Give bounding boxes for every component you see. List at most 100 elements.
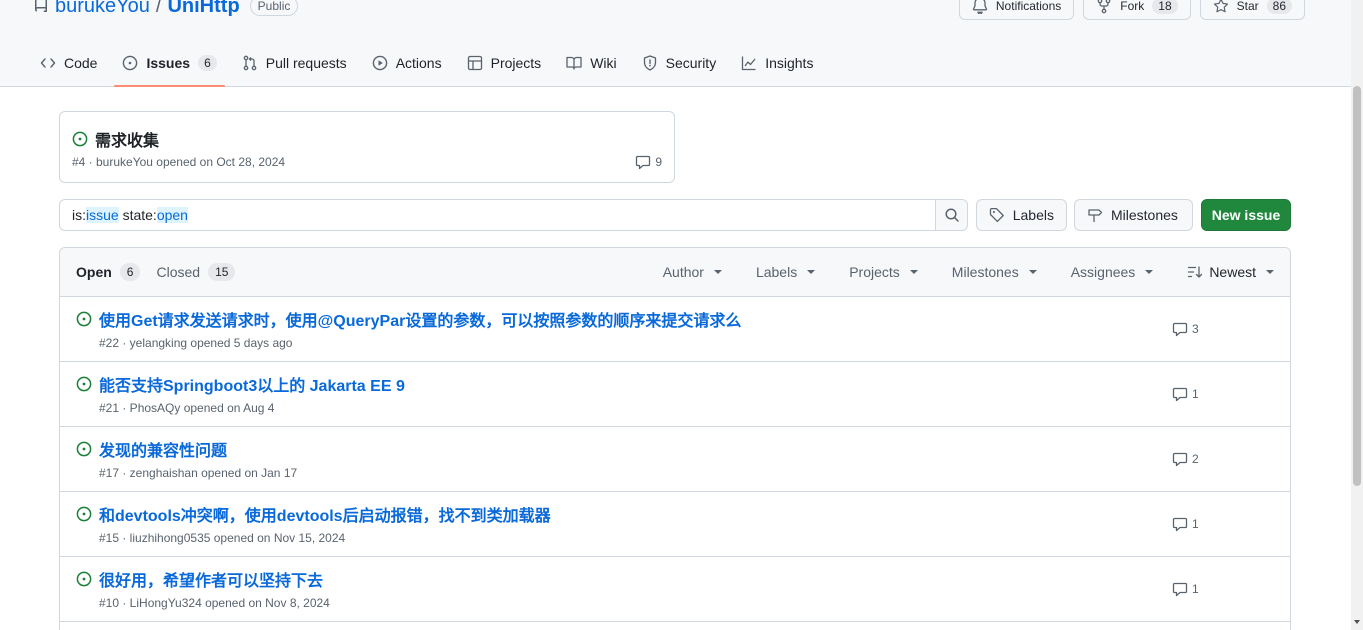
issue-row[interactable]: 很好用，希望作者可以坚持下去 #10 · LiHongYu324 opened … <box>60 557 1290 622</box>
pinned-issue-meta: #4 · burukeYou opened on Oct 28, 2024 <box>72 155 286 169</box>
issue-row[interactable]: 使用Get请求发送请求时，使用@QueryPar设置的参数，可以按照参数的顺序来… <box>60 297 1290 362</box>
new-issue-button[interactable]: New issue <box>1201 199 1291 231</box>
page-scrollbar[interactable] <box>1351 0 1363 630</box>
tab-projects[interactable]: Projects <box>459 45 550 81</box>
sort-desc-icon <box>1188 266 1203 278</box>
issue-comments-link[interactable]: 1 <box>1172 581 1199 597</box>
play-icon <box>372 55 387 71</box>
tab-label: Code <box>64 55 98 71</box>
search-query-prefix-is: is: <box>72 207 86 223</box>
tab-wiki[interactable]: Wiki <box>558 45 624 81</box>
issue-meta: #21 · PhosAQy opened on Aug 4 <box>99 401 275 415</box>
issue-opened-icon <box>76 571 92 587</box>
issue-row[interactable]: 发现的兼容性问题 #17 · zenghaishan opened on Jan… <box>60 427 1290 492</box>
fork-count: 18 <box>1152 0 1178 14</box>
list-filters: Author Labels Projects Milestones Assign… <box>629 264 1274 280</box>
chevron-down-icon <box>909 270 918 274</box>
closed-issues-tab[interactable]: Closed 15 <box>156 263 236 281</box>
repo-actions: Notifications Fork 18 Star 86 <box>958 0 1305 20</box>
issues-list-header: Open 6 Closed 15 Author Labels Projects … <box>60 248 1290 297</box>
tab-security[interactable]: Security <box>634 45 725 81</box>
filter-label: Labels <box>755 264 798 280</box>
issue-title-link[interactable]: 发现的兼容性问题 <box>99 437 227 461</box>
pinned-issue-comments[interactable]: 9 <box>635 154 662 170</box>
shield-icon <box>643 55 656 71</box>
filter-label: Assignees <box>1070 264 1136 280</box>
tab-label: Pull requests <box>265 55 347 71</box>
tab-issues[interactable]: Issues 6 <box>114 45 226 87</box>
scroll-down-arrow-icon[interactable] <box>1354 620 1360 624</box>
open-issues-tab[interactable]: Open 6 <box>76 263 141 281</box>
comment-count: 1 <box>1192 387 1199 401</box>
issue-meta: #22 · yelangking opened 5 days ago <box>99 336 293 350</box>
filter-label: Author <box>662 264 704 280</box>
fork-label: Fork <box>1120 0 1145 13</box>
table-icon <box>467 55 482 71</box>
repo-header: burukeYou / UniHttp Public Notifications… <box>0 0 1351 87</box>
tab-insights[interactable]: Insights <box>733 45 821 81</box>
repo-separator: / <box>155 0 162 17</box>
git-pull-request-icon <box>243 55 257 71</box>
issue-row[interactable]: 和devtools冲突啊，使用devtools后启动报错，找不到类加载器 #15… <box>60 492 1290 557</box>
chevron-down-icon <box>1145 270 1154 274</box>
issue-opened-icon <box>76 311 92 327</box>
issue-comments-link[interactable]: 1 <box>1172 516 1199 532</box>
search-button[interactable] <box>935 200 967 230</box>
pinned-issue-title[interactable]: 需求收集 <box>72 127 159 151</box>
assignees-filter[interactable]: Assignees <box>1071 264 1154 280</box>
comment-icon <box>1172 517 1188 532</box>
search-input[interactable]: is: issue state: open <box>60 200 935 230</box>
tab-label: Wiki <box>590 55 617 71</box>
tab-code[interactable]: Code <box>32 45 105 81</box>
repo-name-link[interactable]: UniHttp <box>167 0 239 18</box>
star-count: 86 <box>1266 0 1292 14</box>
tab-label: Insights <box>765 55 814 71</box>
issue-title-link[interactable]: 很好用，希望作者可以坚持下去 <box>99 567 323 591</box>
issue-row[interactable]: 能否支持Springboot3以上的 Jakarta EE 9 #21 · Ph… <box>60 362 1290 427</box>
pinned-issue-title-text: 需求收集 <box>95 133 160 150</box>
repo-owner-link[interactable]: burukeYou <box>55 0 150 18</box>
labels-button[interactable]: Labels <box>976 199 1067 231</box>
milestones-button-label: Milestones <box>1111 207 1178 223</box>
notifications-button[interactable]: Notifications <box>958 0 1075 20</box>
tab-actions[interactable]: Actions <box>364 45 450 81</box>
milestones-filter[interactable]: Milestones <box>952 264 1037 280</box>
issue-opened-icon <box>72 131 88 147</box>
projects-filter[interactable]: Projects <box>849 264 918 280</box>
issue-meta: #10 · LiHongYu324 opened on Nov 8, 2024 <box>99 596 330 610</box>
sort-label: Newest <box>1209 264 1256 280</box>
open-count: 6 <box>119 263 141 281</box>
labels-filter[interactable]: Labels <box>755 264 816 280</box>
author-filter[interactable]: Author <box>663 264 722 280</box>
issue-title-link[interactable]: 和devtools冲突啊，使用devtools后启动报错，找不到类加载器 <box>99 502 551 526</box>
star-button[interactable]: Star 86 <box>1199 0 1305 20</box>
scrollbar-thumb[interactable] <box>1353 86 1361 486</box>
issue-search-box[interactable]: is: issue state: open <box>59 199 968 231</box>
bell-icon <box>972 0 988 14</box>
tag-icon <box>989 207 1004 223</box>
tab-label: Projects <box>490 55 542 71</box>
tab-pull-requests[interactable]: Pull requests <box>234 45 355 81</box>
issue-title-link[interactable]: 能否支持Springboot3以上的 Jakarta EE 9 <box>99 372 405 396</box>
search-icon <box>944 208 959 222</box>
search-query-value-issue: issue <box>86 207 119 223</box>
chevron-down-icon <box>713 270 722 274</box>
fork-icon <box>1097 0 1111 14</box>
comment-count: 2 <box>1192 452 1199 466</box>
visibility-badge: Public <box>249 0 299 16</box>
issue-comments-link[interactable]: 3 <box>1172 321 1199 337</box>
comment-count: 1 <box>1192 582 1199 596</box>
repo-title: burukeYou / UniHttp Public <box>33 0 299 20</box>
filter-label: Milestones <box>951 264 1019 280</box>
issue-title-link[interactable]: 使用Get请求发送请求时，使用@QueryPar设置的参数，可以按照参数的顺序来… <box>99 307 741 331</box>
tab-label: Issues <box>146 55 191 71</box>
star-label: Star <box>1236 0 1259 13</box>
issue-comments-link[interactable]: 1 <box>1172 386 1199 402</box>
issue-opened-icon <box>76 376 92 392</box>
fork-button[interactable]: Fork 18 <box>1083 0 1191 20</box>
sort-filter[interactable]: Newest <box>1187 264 1274 280</box>
comment-icon <box>1172 582 1188 597</box>
milestones-button[interactable]: Milestones <box>1074 199 1193 231</box>
pinned-issue-card[interactable]: 需求收集 #4 · burukeYou opened on Oct 28, 20… <box>59 111 675 183</box>
issue-comments-link[interactable]: 2 <box>1172 451 1199 467</box>
